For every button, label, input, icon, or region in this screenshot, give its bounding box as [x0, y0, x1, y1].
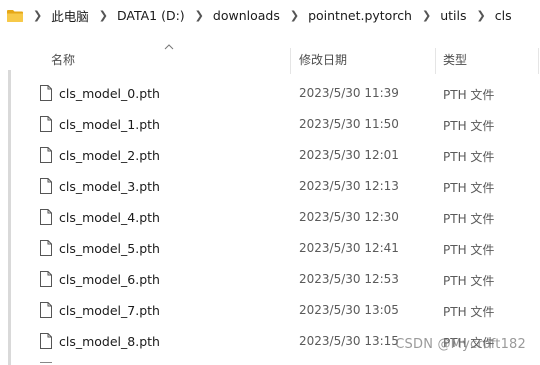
file-icon [40, 116, 52, 132]
file-type: PTH 文件 [443, 243, 495, 257]
file-date: 2023/5/30 13:15 [299, 334, 399, 348]
file-row[interactable]: cls_model_2.pth 2023/5/30 12:01 PTH 文件 [0, 141, 540, 172]
file-name: cls_model_4.pth [59, 210, 160, 225]
column-divider[interactable] [435, 48, 436, 74]
file-date: 2023/5/30 12:01 [299, 148, 399, 162]
file-list: cls_model_0.pth 2023/5/30 11:39 PTH 文件 c… [0, 79, 540, 358]
chevron-right-icon[interactable]: ❯ [290, 9, 299, 22]
file-date: 2023/5/30 11:50 [299, 117, 399, 131]
file-row[interactable]: cls_model_0.pth 2023/5/30 11:39 PTH 文件 [0, 79, 540, 110]
file-date: 2023/5/30 12:41 [299, 241, 399, 255]
file-icon [40, 333, 52, 349]
chevron-right-icon[interactable]: ❯ [99, 9, 108, 22]
chevron-right-icon[interactable]: ❯ [477, 9, 486, 22]
file-icon [40, 240, 52, 256]
column-header-type[interactable]: 类型 [443, 48, 467, 72]
column-header-date[interactable]: 修改日期 [299, 48, 347, 72]
file-date: 2023/5/30 12:13 [299, 179, 399, 193]
breadcrumb-item-utils[interactable]: utils [440, 8, 466, 23]
file-date: 2023/5/30 13:05 [299, 303, 399, 317]
file-date: 2023/5/30 11:39 [299, 86, 399, 100]
watermark: CSDN @Mycroft182 [395, 337, 526, 352]
file-type: PTH 文件 [443, 150, 495, 164]
file-icon [40, 85, 52, 101]
file-name: cls_model_7.pth [59, 303, 160, 318]
file-icon [40, 147, 52, 163]
breadcrumb-item-cls[interactable]: cls [495, 8, 512, 23]
file-name: cls_model_0.pth [59, 86, 160, 101]
file-name: cls_model_2.pth [59, 148, 160, 163]
file-type: PTH 文件 [443, 88, 495, 102]
folder-icon [7, 9, 23, 22]
file-icon [40, 178, 52, 194]
column-divider[interactable] [538, 48, 539, 74]
file-name: cls_model_6.pth [59, 272, 160, 287]
file-date: 2023/5/30 12:53 [299, 272, 399, 286]
file-type: PTH 文件 [443, 305, 495, 319]
file-explorer-window: ❯ 此电脑 ❯ DATA1 (D:) ❯ downloads ❯ pointne… [0, 0, 540, 365]
breadcrumb-item-downloads[interactable]: downloads [213, 8, 280, 23]
column-divider[interactable] [290, 48, 291, 74]
file-type: PTH 文件 [443, 274, 495, 288]
chevron-right-icon[interactable]: ❯ [195, 9, 204, 22]
breadcrumb-item-this-pc[interactable]: 此电脑 [51, 6, 89, 25]
column-header-row: 名称 修改日期 类型 [0, 44, 540, 74]
file-date: 2023/5/30 12:30 [299, 210, 399, 224]
file-icon [40, 209, 52, 225]
file-row[interactable]: cls_model_3.pth 2023/5/30 12:13 PTH 文件 [0, 172, 540, 203]
breadcrumb: ❯ 此电脑 ❯ DATA1 (D:) ❯ downloads ❯ pointne… [0, 0, 540, 30]
file-row[interactable]: cls_model_5.pth 2023/5/30 12:41 PTH 文件 [0, 234, 540, 265]
chevron-right-icon[interactable]: ❯ [422, 9, 431, 22]
file-type: PTH 文件 [443, 119, 495, 133]
file-row[interactable]: cls_model_7.pth 2023/5/30 13:05 PTH 文件 [0, 296, 540, 327]
file-row[interactable]: cls_model_6.pth 2023/5/30 12:53 PTH 文件 [0, 265, 540, 296]
file-name: cls_model_1.pth [59, 117, 160, 132]
breadcrumb-item-drive[interactable]: DATA1 (D:) [117, 8, 185, 23]
breadcrumb-item-pointnet[interactable]: pointnet.pytorch [308, 8, 412, 23]
file-icon [40, 271, 52, 287]
column-header-name[interactable]: 名称 [51, 48, 75, 72]
file-icon [40, 302, 52, 318]
file-type: PTH 文件 [443, 181, 495, 195]
chevron-right-icon[interactable]: ❯ [33, 9, 42, 22]
file-row[interactable]: cls_model_4.pth 2023/5/30 12:30 PTH 文件 [0, 203, 540, 234]
file-name: cls_model_8.pth [59, 334, 160, 349]
sort-ascending-icon [164, 44, 174, 50]
file-name: cls_model_5.pth [59, 241, 160, 256]
file-row[interactable]: cls_model_1.pth 2023/5/30 11:50 PTH 文件 [0, 110, 540, 141]
file-type: PTH 文件 [443, 212, 495, 226]
file-name: cls_model_3.pth [59, 179, 160, 194]
